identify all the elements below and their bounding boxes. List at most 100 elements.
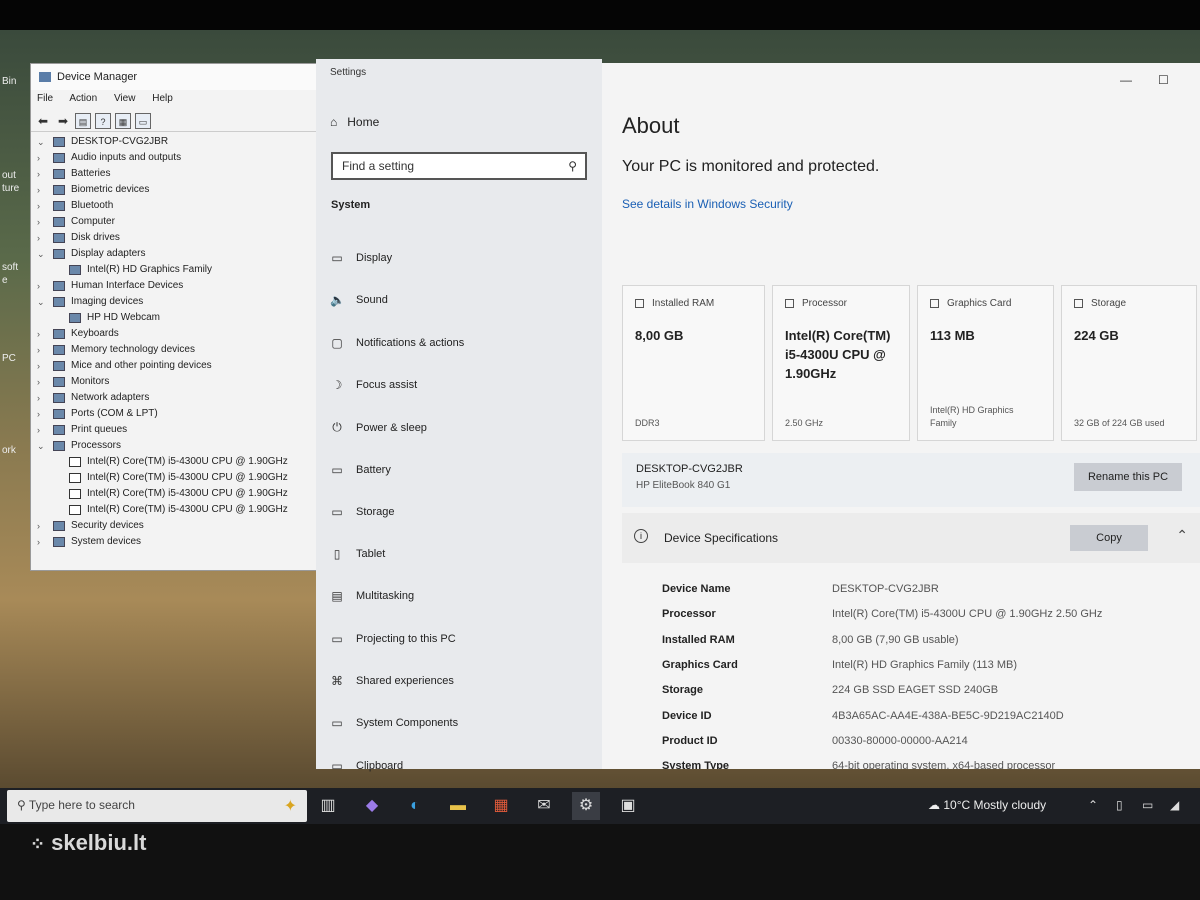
chevron-right-icon[interactable]: › xyxy=(37,214,47,230)
chevron-right-icon[interactable]: › xyxy=(37,150,47,166)
wifi-icon[interactable]: ◢ xyxy=(1170,798,1179,812)
tree-node[interactable]: ⌄ Imaging devices xyxy=(35,294,317,310)
chevron-right-icon[interactable]: › xyxy=(37,342,47,358)
desktop-icon-label[interactable]: soft xyxy=(2,262,18,273)
chevron-right-icon[interactable]: › xyxy=(37,166,47,182)
tree-node[interactable]: › System devices xyxy=(35,534,317,550)
menu-file[interactable]: File xyxy=(37,93,53,104)
chevron-down-icon[interactable]: ⌄ xyxy=(37,246,47,262)
device-specs-header[interactable]: i Device Specifications Copy ⌃ xyxy=(622,513,1200,563)
nav-item[interactable]: ▯ Tablet xyxy=(330,547,386,561)
tree-node[interactable]: › Human Interface Devices xyxy=(35,278,317,294)
task-view-icon[interactable]: ▥ xyxy=(314,792,342,820)
tree-node[interactable]: Intel(R) Core(TM) i5-4300U CPU @ 1.90GHz xyxy=(35,502,317,518)
tree-node[interactable]: Intel(R) Core(TM) i5-4300U CPU @ 1.90GHz xyxy=(35,486,317,502)
chevron-right-icon[interactable]: › xyxy=(37,198,47,214)
chevron-down-icon[interactable]: ⌄ xyxy=(37,134,47,150)
maximize-icon[interactable]: ☐ xyxy=(1158,73,1169,87)
desktop-icon-label[interactable]: e xyxy=(2,275,8,286)
copilot-icon[interactable]: ◆ xyxy=(358,792,386,820)
chevron-down-icon[interactable]: ⌄ xyxy=(37,438,47,454)
nav-item[interactable]: ▭ Display xyxy=(330,251,392,265)
file-explorer-icon[interactable]: ▬ xyxy=(444,792,472,820)
tree-node[interactable]: › Memory technology devices xyxy=(35,342,317,358)
nav-item[interactable]: ▢ Notifications & actions xyxy=(330,336,464,350)
nav-item[interactable]: ☽ Focus assist xyxy=(330,378,418,392)
nav-item[interactable]: ⏻ Power & sleep xyxy=(330,420,427,435)
tree-node[interactable]: › Ports (COM & LPT) xyxy=(35,406,317,422)
tree-node[interactable]: Intel(R) Core(TM) i5-4300U CPU @ 1.90GHz xyxy=(35,454,317,470)
desktop-icon-label[interactable]: PC xyxy=(2,353,16,364)
battery-icon[interactable]: ▭ xyxy=(1142,798,1153,812)
desktop-icon-label[interactable]: Bin xyxy=(2,76,16,87)
chevron-up-icon[interactable]: ⌃ xyxy=(1176,527,1188,544)
menu-help[interactable]: Help xyxy=(152,93,173,104)
chevron-right-icon[interactable]: › xyxy=(37,534,47,550)
device-manager-titlebar[interactable]: Device Manager xyxy=(31,64,321,90)
monitor-icon[interactable]: ▭ xyxy=(135,112,151,129)
chevron-right-icon[interactable]: › xyxy=(37,230,47,246)
settings-window[interactable]: Settings ⌂ Home Find a setting ⚲ System … xyxy=(316,59,1200,773)
tree-node[interactable]: ⌄ Display adapters xyxy=(35,246,317,262)
mail-icon[interactable]: ✉ xyxy=(530,792,558,820)
desktop-icon-label[interactable]: ork xyxy=(2,445,16,456)
nav-item[interactable]: 🔈 Sound xyxy=(330,293,388,307)
copy-button[interactable]: Copy xyxy=(1070,525,1148,551)
store-icon[interactable]: ▦ xyxy=(487,792,515,820)
chevron-right-icon[interactable]: › xyxy=(37,374,47,390)
back-icon[interactable]: ⬅ xyxy=(35,113,51,129)
tree-node[interactable]: HP HD Webcam xyxy=(35,310,317,326)
tree-node[interactable]: › Keyboards xyxy=(35,326,317,342)
settings-gear-icon[interactable]: ⚙ xyxy=(572,792,600,820)
nav-item[interactable]: ▭ Storage xyxy=(330,505,394,519)
chevron-right-icon[interactable]: › xyxy=(37,390,47,406)
properties-icon[interactable]: ▤ xyxy=(75,112,91,129)
tree-node[interactable]: Intel(R) Core(TM) i5-4300U CPU @ 1.90GHz xyxy=(35,470,317,486)
chevron-down-icon[interactable]: ⌄ xyxy=(37,294,47,310)
chevron-up-icon[interactable]: ⌃ xyxy=(1088,798,1098,812)
nav-item[interactable]: ▭ Battery xyxy=(330,463,391,477)
tree-node[interactable]: › Audio inputs and outputs xyxy=(35,150,317,166)
chevron-right-icon[interactable]: › xyxy=(37,518,47,534)
edge-icon[interactable]: ◐ xyxy=(401,792,429,820)
forward-icon[interactable]: ➡ xyxy=(55,113,71,129)
tree-root[interactable]: ⌄ DESKTOP-CVG2JBR xyxy=(35,134,317,150)
nav-item[interactable]: ▤ Multitasking xyxy=(330,589,414,603)
device-manager-taskbar-icon[interactable]: ▣ xyxy=(614,792,642,820)
nav-item[interactable]: ▭ Projecting to this PC xyxy=(330,632,455,646)
tree-node[interactable]: › Security devices xyxy=(35,518,317,534)
chevron-right-icon[interactable]: › xyxy=(37,278,47,294)
chevron-right-icon[interactable]: › xyxy=(37,422,47,438)
nav-item[interactable]: ▭ System Components xyxy=(330,716,458,730)
nav-item[interactable]: ▭ Clipboard xyxy=(330,759,403,773)
desktop-icon-label[interactable]: out xyxy=(2,170,16,181)
menu-view[interactable]: View xyxy=(114,93,136,104)
taskbar-search-input[interactable]: ⚲ Type here to search ✦ xyxy=(7,790,307,822)
windows-security-link[interactable]: See details in Windows Security xyxy=(622,197,793,211)
chevron-right-icon[interactable]: › xyxy=(37,406,47,422)
nav-item[interactable]: ⌘ Shared experiences xyxy=(330,674,454,688)
tree-node[interactable]: › Bluetooth xyxy=(35,198,317,214)
minimize-icon[interactable]: — xyxy=(1120,73,1132,87)
nav-home[interactable]: ⌂ Home xyxy=(330,115,379,129)
tree-node[interactable]: › Mice and other pointing devices xyxy=(35,358,317,374)
tree-node[interactable]: Intel(R) HD Graphics Family xyxy=(35,262,317,278)
chevron-right-icon[interactable]: › xyxy=(37,358,47,374)
rename-pc-button[interactable]: Rename this PC xyxy=(1074,463,1182,491)
tree-node[interactable]: › Disk drives xyxy=(35,230,317,246)
weather-widget[interactable]: ☁ 10°C Mostly cloudy xyxy=(928,798,1046,812)
device-manager-window[interactable]: Device Manager File Action View Help ⬅ ➡… xyxy=(30,63,322,571)
tree-node[interactable]: ⌄ Processors xyxy=(35,438,317,454)
display-icon[interactable]: ▯ xyxy=(1116,798,1123,812)
chevron-right-icon[interactable]: › xyxy=(37,326,47,342)
tree-node[interactable]: › Batteries xyxy=(35,166,317,182)
tree-node[interactable]: › Computer xyxy=(35,214,317,230)
menu-action[interactable]: Action xyxy=(69,93,97,104)
desktop-icon-label[interactable]: ture xyxy=(2,183,19,194)
chevron-right-icon[interactable]: › xyxy=(37,182,47,198)
tree-node[interactable]: › Print queues xyxy=(35,422,317,438)
view-icon[interactable]: ▦ xyxy=(115,112,131,129)
settings-search-input[interactable]: Find a setting ⚲ xyxy=(331,152,587,180)
tree-node[interactable]: › Biometric devices xyxy=(35,182,317,198)
help-icon[interactable]: ? xyxy=(95,112,111,129)
